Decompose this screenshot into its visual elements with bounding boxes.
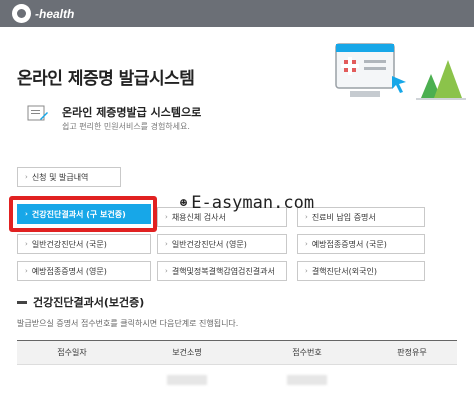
section-description: 발급받으실 증명서 접수번호를 클릭하시면 다음단계로 진행됩니다.	[17, 319, 239, 328]
column-header: 판정유무	[397, 348, 427, 357]
page-title: 온라인 제증명 발급시스템	[17, 69, 195, 89]
column-header: 접수일자	[57, 348, 87, 357]
chevron-right-icon: ›	[305, 240, 308, 248]
column-header: 접수번호	[292, 348, 322, 357]
receipt-table: 접수일자 보건소명 접수번호 판정유무	[17, 340, 457, 395]
cert-button-label: 결핵진단서(외국인)	[311, 266, 377, 276]
cert-button-label: 일반건강진단서 (영문)	[171, 239, 247, 249]
cert-button-label: 예방접종증명서 (영문)	[31, 266, 107, 276]
cert-button-label: 채용신체 검사서	[171, 212, 226, 222]
highlight-box	[9, 196, 157, 232]
intro-title: 온라인 제증명발급 시스템으로	[62, 106, 202, 119]
cert-button-general-en[interactable]: › 일반건강진단서 (영문)	[157, 234, 287, 254]
section-bar-icon	[17, 300, 27, 304]
table-cell	[127, 365, 247, 395]
cert-button-vaccination-kr[interactable]: › 예방접종증명서 (국문)	[297, 234, 425, 254]
chevron-right-icon: ›	[25, 267, 28, 275]
chevron-right-icon: ›	[165, 213, 168, 221]
section-title-text: 건강진단결과서(보건증)	[33, 296, 145, 309]
chevron-right-icon: ›	[305, 213, 308, 221]
section-title: 건강진단결과서(보건증)	[17, 294, 144, 310]
cert-button-tb-result[interactable]: › 결핵및정복결핵감염검진결과서	[157, 261, 287, 281]
intro-description: 쉽고 편리한 민원서비스를 경험하세요.	[62, 122, 190, 131]
logo-icon	[12, 4, 31, 23]
cert-button-tb-foreigner[interactable]: › 결핵진단서(외국인)	[297, 261, 425, 281]
table-cell	[247, 365, 367, 395]
table-cell	[367, 365, 457, 395]
document-edit-icon	[27, 105, 48, 121]
watermark-text: E-asyman.com	[191, 193, 315, 213]
cert-button-label: 예방접종증명서 (국문)	[311, 239, 387, 249]
cert-button-label: 진료비 납입 증명서	[311, 212, 376, 222]
cert-button-medical-payment[interactable]: › 진료비 납입 증명서	[297, 207, 425, 227]
cert-button-label: 결핵및정복결핵감염검진결과서	[171, 266, 275, 276]
ehealth-logo[interactable]: -health	[12, 4, 74, 23]
history-button-label: 신청 및 발급내역	[31, 172, 89, 182]
logo-text: -health	[35, 6, 75, 21]
top-bar: -health	[0, 0, 474, 27]
history-button[interactable]: › 신청 및 발급내역	[17, 167, 121, 187]
table-header: 접수일자 보건소명 접수번호 판정유무	[17, 341, 457, 365]
cert-button-general-kr[interactable]: › 일반건강진단서 (국문)	[17, 234, 151, 254]
cert-button-label: 일반건강진단서 (국문)	[31, 239, 107, 249]
chevron-right-icon: ›	[165, 240, 168, 248]
table-row[interactable]	[17, 365, 457, 395]
chevron-right-icon: ›	[25, 240, 28, 248]
chevron-right-icon: ›	[25, 173, 28, 181]
table-cell	[17, 365, 127, 395]
watermark: ☻ E-asyman.com	[180, 193, 314, 213]
face-icon: ☻	[180, 196, 188, 210]
certificate-illustration-icon	[335, 43, 466, 100]
column-header: 보건소명	[172, 348, 202, 357]
cert-button-vaccination-en[interactable]: › 예방접종증명서 (영문)	[17, 261, 151, 281]
redacted-value	[167, 375, 207, 385]
redacted-value	[287, 375, 327, 385]
chevron-right-icon: ›	[305, 267, 308, 275]
chevron-right-icon: ›	[165, 267, 168, 275]
